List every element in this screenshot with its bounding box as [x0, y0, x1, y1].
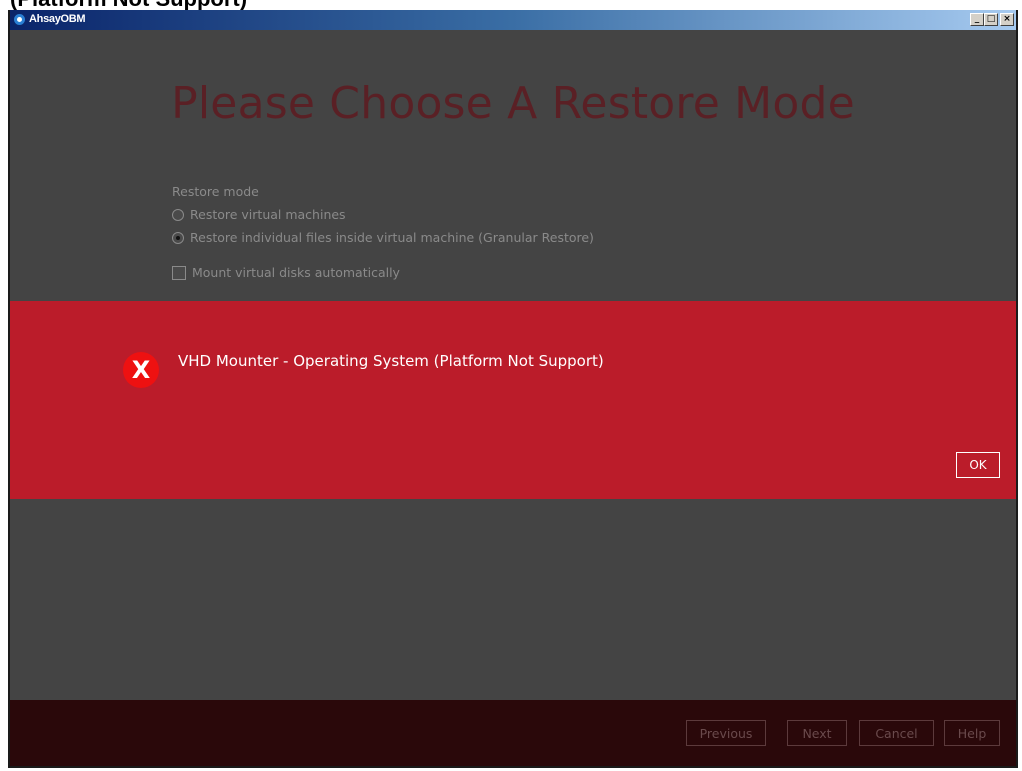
- minimize-button[interactable]: _: [970, 13, 984, 26]
- error-banner: X VHD Mounter - Operating System (Platfo…: [10, 301, 1016, 499]
- radio-button[interactable]: [172, 208, 184, 221]
- error-x-icon: X: [123, 352, 159, 388]
- mount-disks-label: Mount virtual disks automatically: [192, 265, 400, 280]
- radio-label: Restore individual files inside virtual …: [190, 230, 594, 245]
- radio-label: Restore virtual machines: [190, 207, 346, 222]
- title-bar[interactable]: AhsayOBM _ □ ×: [10, 10, 1016, 30]
- minimize-icon: _: [974, 14, 980, 24]
- maximize-icon: □: [986, 14, 996, 24]
- mount-disks-checkbox-row[interactable]: Mount virtual disks automatically: [172, 265, 400, 280]
- cropped-caption: (Platform Not Support): [0, 0, 1022, 10]
- wizard-footer: Previous Next Cancel Help: [10, 700, 1016, 766]
- ahsay-logo-icon: [14, 14, 25, 25]
- maximize-button[interactable]: □: [984, 13, 998, 26]
- caption-text: (Platform Not Support): [10, 0, 247, 10]
- page-title: Please Choose A Restore Mode: [171, 78, 855, 129]
- window-title: AhsayOBM: [29, 13, 86, 25]
- app-window: AhsayOBM _ □ × Please Choose A Restore M…: [8, 10, 1018, 768]
- previous-button[interactable]: Previous: [686, 720, 766, 746]
- help-button[interactable]: Help: [944, 720, 1000, 746]
- ok-button[interactable]: OK: [956, 452, 1000, 478]
- radio-button-selected[interactable]: [172, 231, 184, 244]
- radio-granular-restore[interactable]: Restore individual files inside virtual …: [172, 230, 594, 245]
- restore-mode-label: Restore mode: [172, 184, 259, 199]
- mount-disks-checkbox[interactable]: [172, 265, 186, 280]
- error-message: VHD Mounter - Operating System (Platform…: [178, 352, 604, 370]
- cancel-button[interactable]: Cancel: [859, 720, 934, 746]
- close-icon: ×: [1003, 14, 1011, 24]
- next-button[interactable]: Next: [787, 720, 847, 746]
- close-button[interactable]: ×: [1000, 13, 1014, 26]
- radio-restore-vms[interactable]: Restore virtual machines: [172, 207, 346, 222]
